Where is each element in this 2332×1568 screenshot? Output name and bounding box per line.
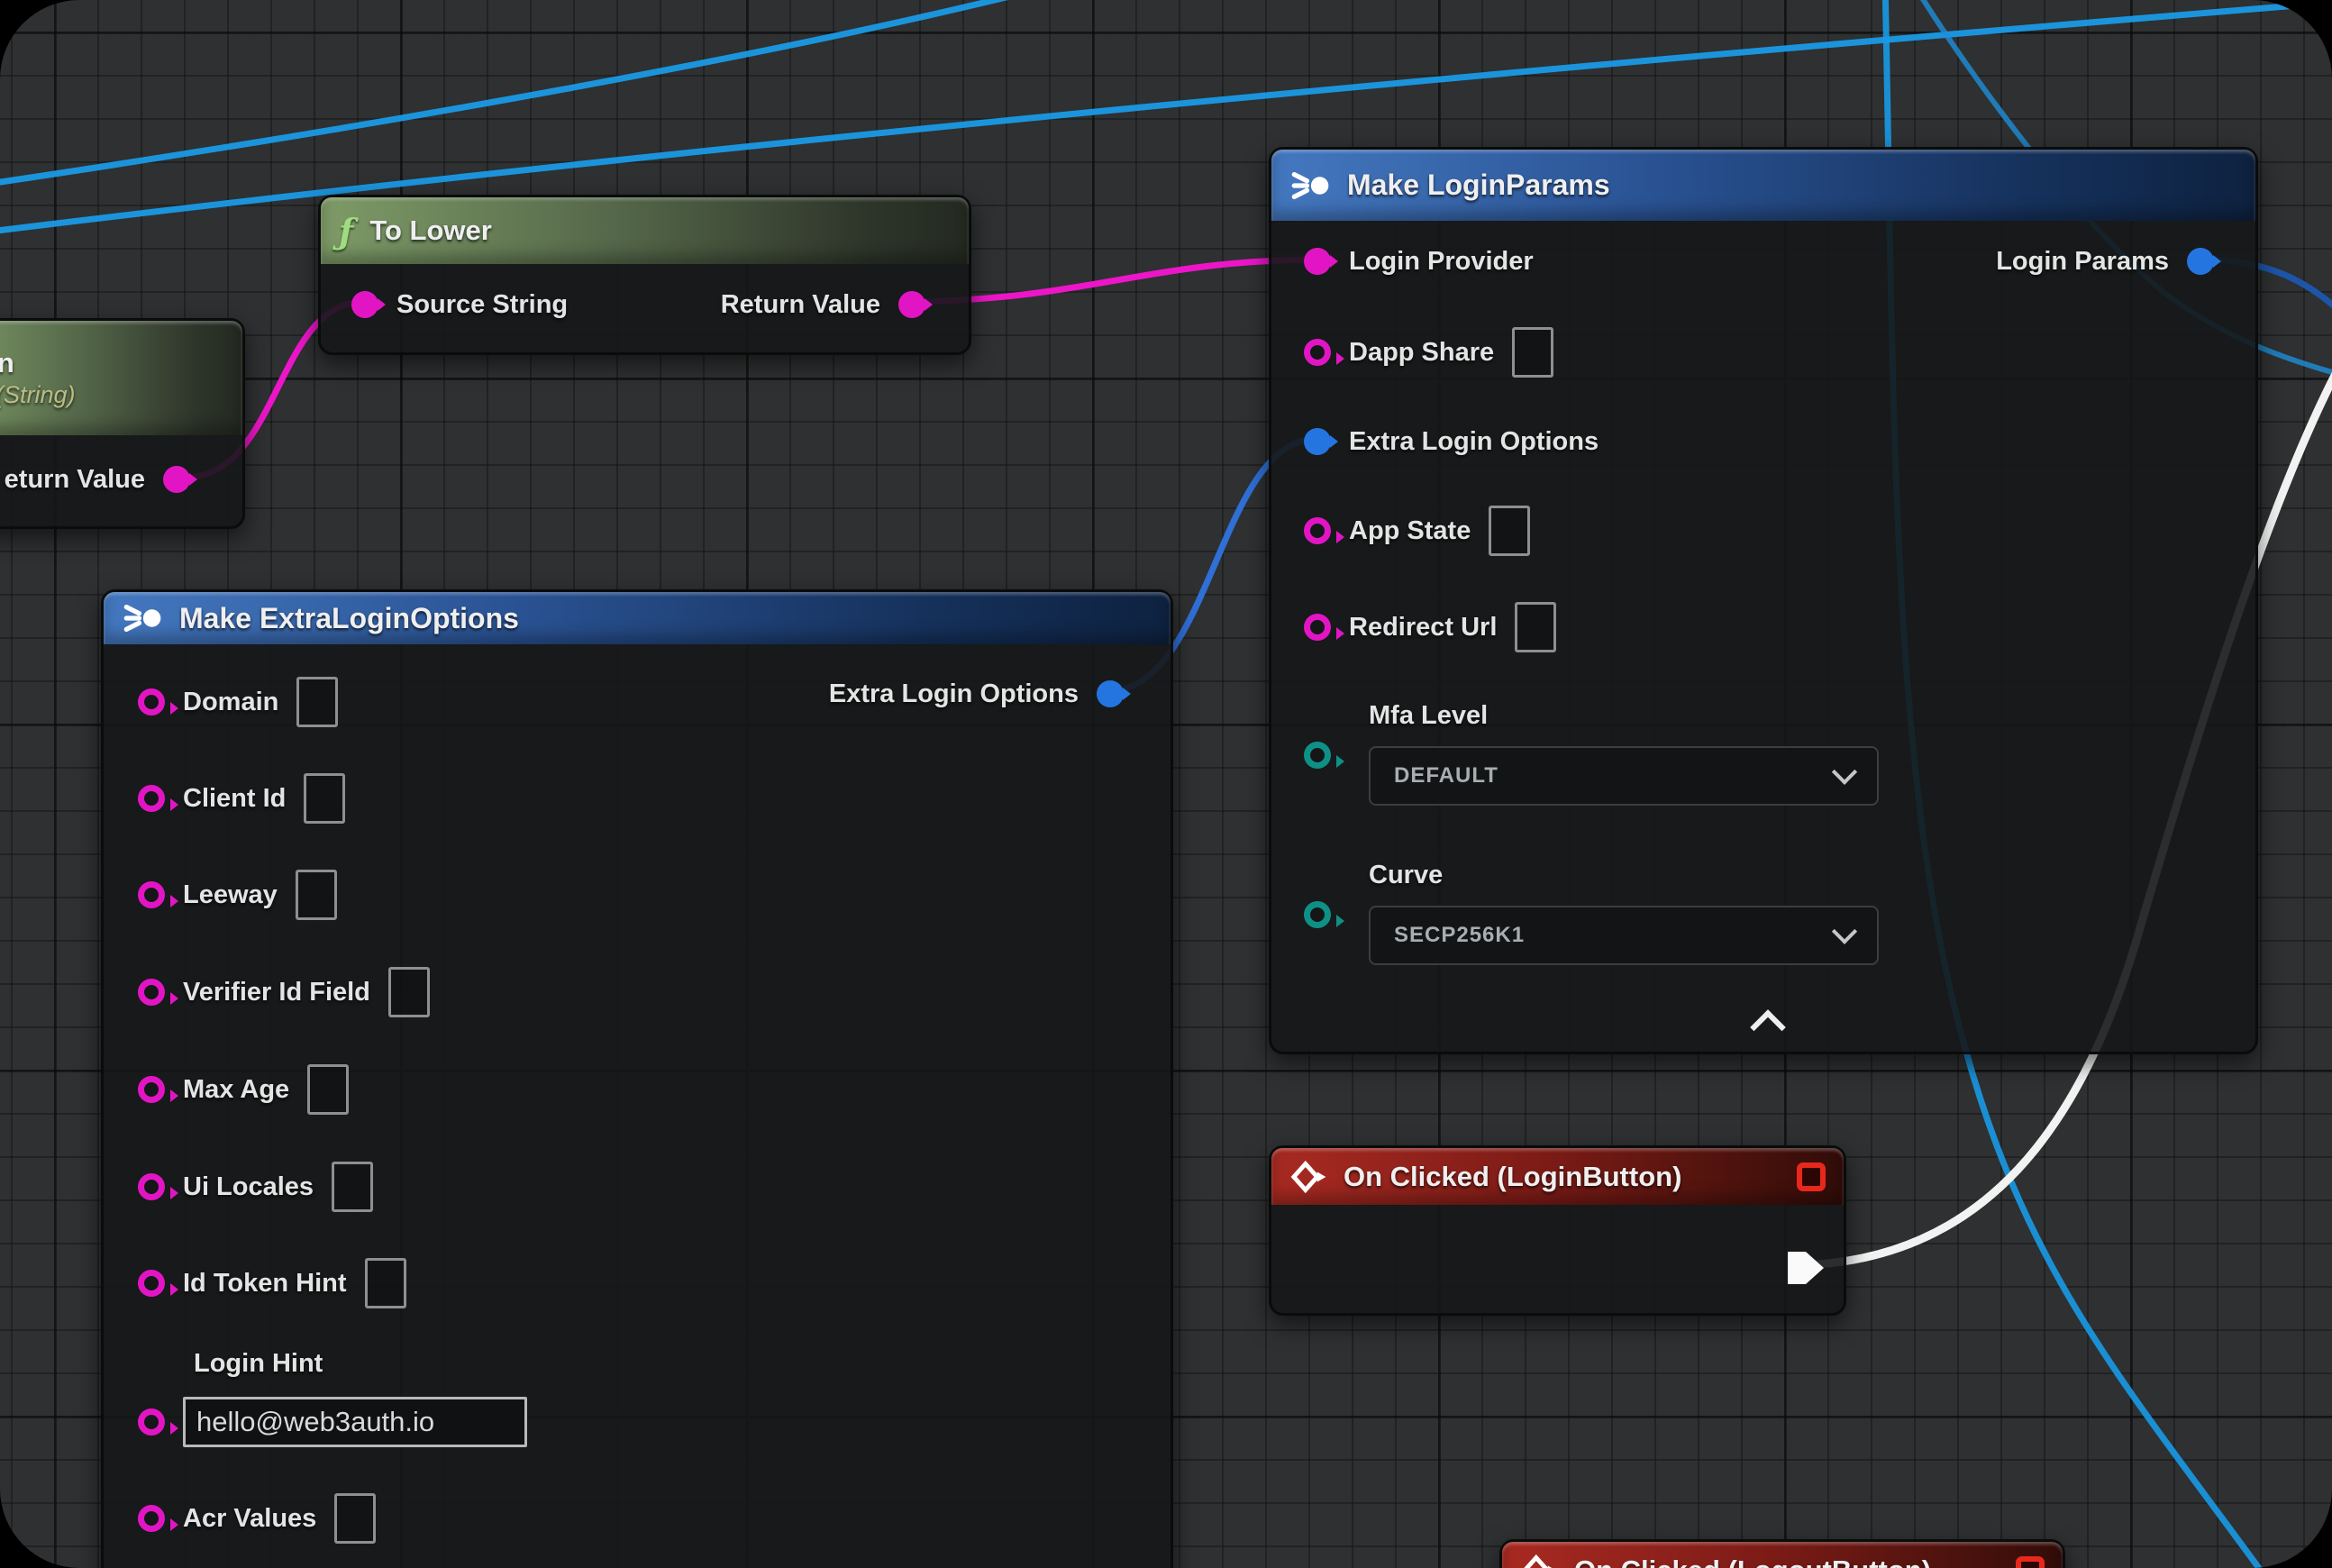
pin-label-return-value: Return Value (721, 290, 880, 320)
pin-label-leeway: Leeway (183, 880, 278, 910)
dapp-share-pin[interactable] (1304, 339, 1331, 366)
chevron-down-icon (1832, 919, 1857, 944)
make-login-params-title: Make LoginParams (1347, 169, 1610, 202)
pin-label-ui-locales: Ui Locales (183, 1172, 314, 1202)
ui-locales-value-box[interactable] (332, 1162, 373, 1212)
mfa-level-dropdown[interactable]: DEFAULT (1369, 746, 1879, 806)
leeway-value-box[interactable] (296, 870, 337, 920)
login-hint-input[interactable] (183, 1397, 527, 1447)
node-to-lower[interactable]: ƒ To Lower Source String Return Value (318, 195, 971, 355)
ui-locales-pin[interactable] (138, 1173, 165, 1200)
app-state-value-box[interactable] (1489, 506, 1530, 556)
node-on-clicked-login-button[interactable]: On Clicked (LoginButton) (1269, 1145, 1846, 1316)
return-value-pin[interactable] (898, 291, 925, 318)
source-string-pin[interactable] (351, 291, 378, 318)
chevron-down-icon (1832, 760, 1857, 785)
acr-values-pin[interactable] (138, 1505, 165, 1532)
pin-label-redirect-url: Redirect Url (1349, 613, 1497, 643)
make-extra-login-options-title: Make ExtraLoginOptions (179, 602, 519, 635)
partial-node-title: tion (0, 347, 14, 379)
redirect-url-value-box[interactable] (1515, 602, 1556, 652)
login-provider-pin[interactable] (1304, 248, 1331, 275)
domain-pin[interactable] (138, 688, 165, 716)
node-make-extra-login-options[interactable]: Make ExtraLoginOptions Extra Login Optio… (101, 589, 1173, 1568)
on-clicked-login-title: On Clicked (LoginButton) (1344, 1161, 1681, 1193)
node-make-login-params[interactable]: Make LoginParams Login Provider Login Pa… (1269, 147, 2258, 1054)
mfa-level-value: DEFAULT (1394, 763, 1498, 789)
pin-label-acr-values: Acr Values (183, 1504, 316, 1534)
dapp-share-value-box[interactable] (1512, 327, 1553, 378)
mfa-level-pin[interactable] (1304, 742, 1331, 769)
id-token-hint-pin[interactable] (138, 1270, 165, 1297)
delegate-pin-icon[interactable] (2016, 1556, 2045, 1568)
extra-login-options-output-pin[interactable] (1097, 680, 1124, 707)
extra-login-options-input-pin[interactable] (1304, 428, 1331, 455)
id-token-hint-value-box[interactable] (365, 1258, 406, 1308)
domain-value-box[interactable] (296, 677, 338, 727)
delegate-pin-icon[interactable] (1797, 1162, 1826, 1191)
pin-label-client-id: Client Id (183, 784, 286, 814)
curve-dropdown[interactable]: SECP256K1 (1369, 906, 1879, 965)
pin-label-login-provider: Login Provider (1349, 247, 1534, 277)
exec-output-pin[interactable] (1786, 1250, 1827, 1290)
pin-label-curve: Curve (1369, 861, 1443, 890)
verifier-id-field-value-box[interactable] (388, 967, 430, 1017)
pin-label-max-age: Max Age (183, 1075, 289, 1105)
pin-label-login-hint: Login Hint (194, 1349, 323, 1379)
on-clicked-logout-title: On Clicked (LogoutButton) (1574, 1554, 1931, 1568)
make-struct-icon (122, 602, 163, 634)
collapse-node-chevron[interactable] (1750, 1009, 1786, 1045)
event-diamond-icon (1520, 1552, 1558, 1568)
pin-label-mfa-level: Mfa Level (1369, 701, 1488, 731)
pin-label-return-value-partial: eturn Value (5, 465, 145, 495)
app-state-pin[interactable] (1304, 517, 1331, 544)
curve-pin[interactable] (1304, 901, 1331, 928)
pin-label-login-params-out: Login Params (1996, 247, 2169, 277)
function-icon: ƒ (339, 211, 353, 251)
node-on-clicked-logout-button[interactable]: On Clicked (LogoutButton) (1499, 1539, 2065, 1568)
pin-label-domain: Domain (183, 688, 278, 717)
wire-blue-topleft (0, 0, 1050, 185)
client-id-pin[interactable] (138, 785, 165, 812)
acr-values-value-box[interactable] (334, 1493, 376, 1544)
blueprint-graph-canvas[interactable]: tion ox (String) eturn Value ƒ To Lower … (0, 0, 2332, 1568)
max-age-pin[interactable] (138, 1076, 165, 1103)
make-struct-icon (1289, 169, 1331, 202)
verifier-id-field-pin[interactable] (138, 979, 165, 1006)
partial-node-subtitle: ox (String) (0, 381, 76, 409)
pin-label-verifier-id-field: Verifier Id Field (183, 978, 370, 1007)
pin-label-id-token-hint: Id Token Hint (183, 1269, 347, 1299)
pin-label-extra-login-options-out: Extra Login Options (829, 679, 1079, 709)
login-params-output-pin[interactable] (2187, 248, 2214, 275)
string-output-pin[interactable] (163, 466, 190, 493)
to-lower-title: To Lower (369, 214, 491, 247)
max-age-value-box[interactable] (307, 1064, 349, 1115)
event-diamond-icon (1289, 1158, 1327, 1196)
pin-label-extra-login-options-in: Extra Login Options (1349, 427, 1599, 457)
curve-value: SECP256K1 (1394, 923, 1525, 948)
node-partial-function[interactable]: tion ox (String) eturn Value (0, 318, 245, 529)
pin-label-source-string: Source String (396, 290, 568, 320)
pin-label-dapp-share: Dapp Share (1349, 338, 1494, 368)
login-hint-pin[interactable] (138, 1408, 165, 1436)
redirect-url-pin[interactable] (1304, 614, 1331, 641)
pin-label-app-state: App State (1349, 516, 1471, 546)
leeway-pin[interactable] (138, 881, 165, 908)
client-id-value-box[interactable] (304, 773, 345, 824)
